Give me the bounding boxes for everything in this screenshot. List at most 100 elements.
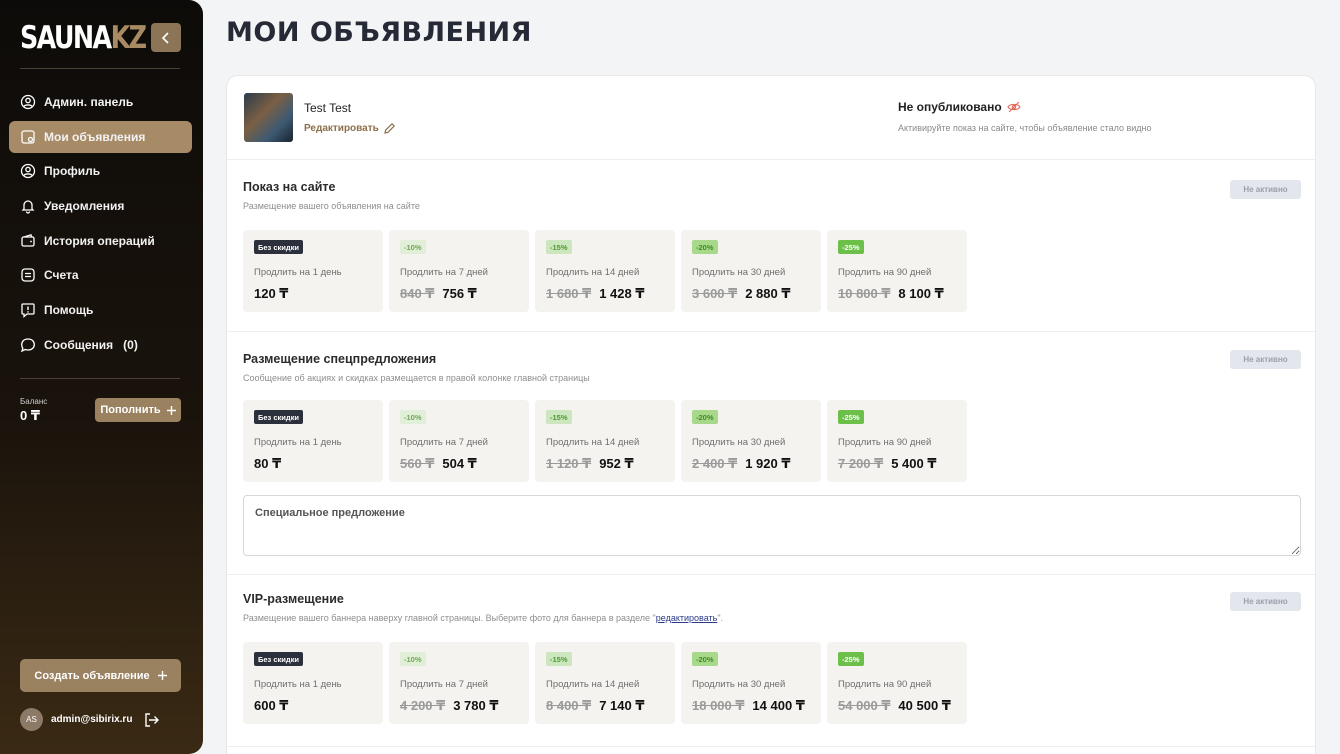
price-option[interactable]: Без скидки Продлить на 1 день 80 ₸: [243, 400, 383, 482]
price-option[interactable]: -25% Продлить на 90 дней 7 200 ₸ 5 400 ₸: [827, 400, 967, 482]
nav-item-invoices[interactable]: Счета: [9, 259, 192, 291]
nav-item-notifications[interactable]: Уведомления: [9, 190, 192, 222]
price-option[interactable]: -10% Продлить на 7 дней 560 ₸ 504 ₸: [389, 400, 529, 482]
discount-tag: -25%: [838, 410, 864, 424]
new-price: 2 880 ₸: [745, 286, 791, 301]
new-price: 120 ₸: [254, 286, 289, 301]
listing-card: Test Test Редактировать Не опубликовано …: [226, 75, 1316, 754]
new-price: 504 ₸: [442, 456, 477, 471]
edit-link[interactable]: редактировать: [656, 613, 718, 623]
discount-tag: -25%: [838, 240, 864, 254]
section-title: Размещение спецпредложения: [243, 352, 437, 366]
inactive-status-badge[interactable]: Не активно: [1230, 350, 1301, 369]
logo[interactable]: SAUNAKZ: [20, 20, 147, 56]
section-description-text: ".: [717, 613, 724, 623]
price-option[interactable]: -10% Продлить на 7 дней 840 ₸ 756 ₸: [389, 230, 529, 312]
sidebar: SAUNAKZ Админ. панель Мои объявления Про…: [0, 0, 203, 754]
discount-tag: -20%: [692, 410, 718, 424]
sidebar-nav: Админ. панель Мои объявления Профиль Уве…: [9, 86, 192, 364]
discount-tag: -15%: [546, 240, 572, 254]
old-price: 18 000 ₸: [692, 698, 745, 713]
nav-item-profile[interactable]: Профиль: [9, 155, 192, 187]
divider: [20, 68, 180, 69]
new-price: 952 ₸: [599, 456, 634, 471]
pencil-icon: [384, 122, 395, 134]
discount-tag: -10%: [400, 240, 426, 254]
nav-item-label: История операций: [44, 233, 155, 248]
discount-tag: -20%: [692, 652, 718, 666]
old-price: 3 600 ₸: [692, 286, 738, 301]
divider: [20, 378, 180, 379]
discount-tag: -25%: [838, 652, 864, 666]
price-option[interactable]: -15% Продлить на 14 дней 8 400 ₸ 7 140 ₸: [535, 642, 675, 724]
old-price: 840 ₸: [400, 286, 435, 301]
collapse-sidebar-button[interactable]: [151, 23, 181, 52]
logo-main: SAUNA: [20, 20, 112, 56]
old-price: 560 ₸: [400, 456, 435, 471]
section-title: Показ на сайте: [243, 180, 336, 194]
topup-button[interactable]: Пополнить: [95, 398, 181, 422]
edit-label: Редактировать: [304, 123, 379, 134]
section-description: Размещение вашего баннера наверху главно…: [243, 613, 723, 623]
duration-label: Продлить на 1 день: [254, 267, 342, 278]
new-price: 1 428 ₸: [599, 286, 645, 301]
user-circle-icon: [20, 94, 36, 110]
new-price: 600 ₸: [254, 698, 289, 713]
price-option[interactable]: -10% Продлить на 7 дней 4 200 ₸ 3 780 ₸: [389, 642, 529, 724]
discount-tag: -10%: [400, 410, 426, 424]
nav-item-messages[interactable]: Сообщения (0): [9, 329, 192, 361]
section-description-text: Размещение вашего баннера наверху главно…: [243, 613, 656, 623]
price-options: Без скидки Продлить на 1 день 80 ₸ -10% Про…: [243, 400, 967, 482]
listing-title: Test Test: [304, 101, 352, 115]
price-option[interactable]: -15% Продлить на 14 дней 1 680 ₸ 1 428 ₸: [535, 230, 675, 312]
logout-icon[interactable]: [144, 712, 160, 727]
nav-item-admin[interactable]: Админ. панель: [9, 86, 192, 118]
listing-thumbnail[interactable]: [244, 93, 293, 142]
price-option[interactable]: -15% Продлить на 14 дней 1 120 ₸ 952 ₸: [535, 400, 675, 482]
price-option[interactable]: Без скидки Продлить на 1 день 120 ₸: [243, 230, 383, 312]
publish-status: Не опубликовано: [898, 100, 1021, 114]
topup-label: Пополнить: [100, 404, 161, 416]
nav-item-help[interactable]: Помощь: [9, 294, 192, 326]
discount-tag: Без скидки: [254, 652, 304, 666]
old-price: 2 400 ₸: [692, 456, 738, 471]
price-option[interactable]: -25% Продлить на 90 дней 54 000 ₸ 40 500 ₸: [827, 642, 967, 724]
page-title: МОИ ОБЪЯВЛЕНИЯ: [226, 17, 532, 48]
create-listing-button[interactable]: Создать объявление: [20, 659, 181, 692]
nav-item-label: Админ. панель: [44, 95, 134, 109]
price-option[interactable]: -20% Продлить на 30 дней 18 000 ₸ 14 400 ₸: [681, 642, 821, 724]
old-price: 4 200 ₸: [400, 698, 446, 713]
discount-tag: -20%: [692, 240, 718, 254]
price-options: Без скидки Продлить на 1 день 120 ₸ -10% Пр…: [243, 230, 967, 312]
chevron-left-icon: [161, 31, 169, 44]
inactive-status-badge[interactable]: Не активно: [1230, 592, 1301, 611]
new-price: 3 780 ₸: [453, 698, 499, 713]
duration-label: Продлить на 14 дней: [546, 679, 640, 690]
duration-label: Продлить на 30 дней: [692, 267, 786, 278]
discount-tag: -10%: [400, 652, 426, 666]
discount-tag: -15%: [546, 652, 572, 666]
new-price: 756 ₸: [442, 286, 477, 301]
duration-label: Продлить на 7 дней: [400, 267, 488, 278]
new-price: 40 500 ₸: [898, 698, 951, 713]
price-option[interactable]: -25% Продлить на 90 дней 10 800 ₸ 8 100 ₸: [827, 230, 967, 312]
duration-label: Продлить на 90 дней: [838, 267, 932, 278]
section-vip: VIP-размещение Размещение вашего баннера…: [227, 575, 1315, 747]
new-price: 5 400 ₸: [891, 456, 937, 471]
publish-status-label: Не опубликовано: [898, 100, 1002, 114]
nav-item-history[interactable]: История операций: [9, 225, 192, 257]
price-option[interactable]: -20% Продлить на 30 дней 2 400 ₸ 1 920 ₸: [681, 400, 821, 482]
edit-listing-link[interactable]: Редактировать: [304, 122, 396, 135]
inactive-status-badge[interactable]: Не активно: [1230, 180, 1301, 199]
price-option[interactable]: Без скидки Продлить на 1 день 600 ₸: [243, 642, 383, 724]
publish-status-hint: Активируйте показ на сайте, чтобы объявл…: [898, 123, 1152, 133]
balance-value: 0 ₸: [20, 408, 40, 423]
avatar: AS: [20, 708, 43, 731]
balance-label: Баланс: [20, 397, 48, 406]
nav-item-label: Профиль: [44, 164, 101, 179]
chat-icon: [20, 338, 35, 353]
nav-item-my-listings[interactable]: Мои объявления: [9, 120, 192, 153]
price-option[interactable]: -20% Продлить на 30 дней 3 600 ₸ 2 880 ₸: [681, 230, 821, 312]
special-offer-input[interactable]: [243, 495, 1301, 556]
listing-header: Test Test Редактировать Не опубликовано …: [227, 76, 1315, 160]
